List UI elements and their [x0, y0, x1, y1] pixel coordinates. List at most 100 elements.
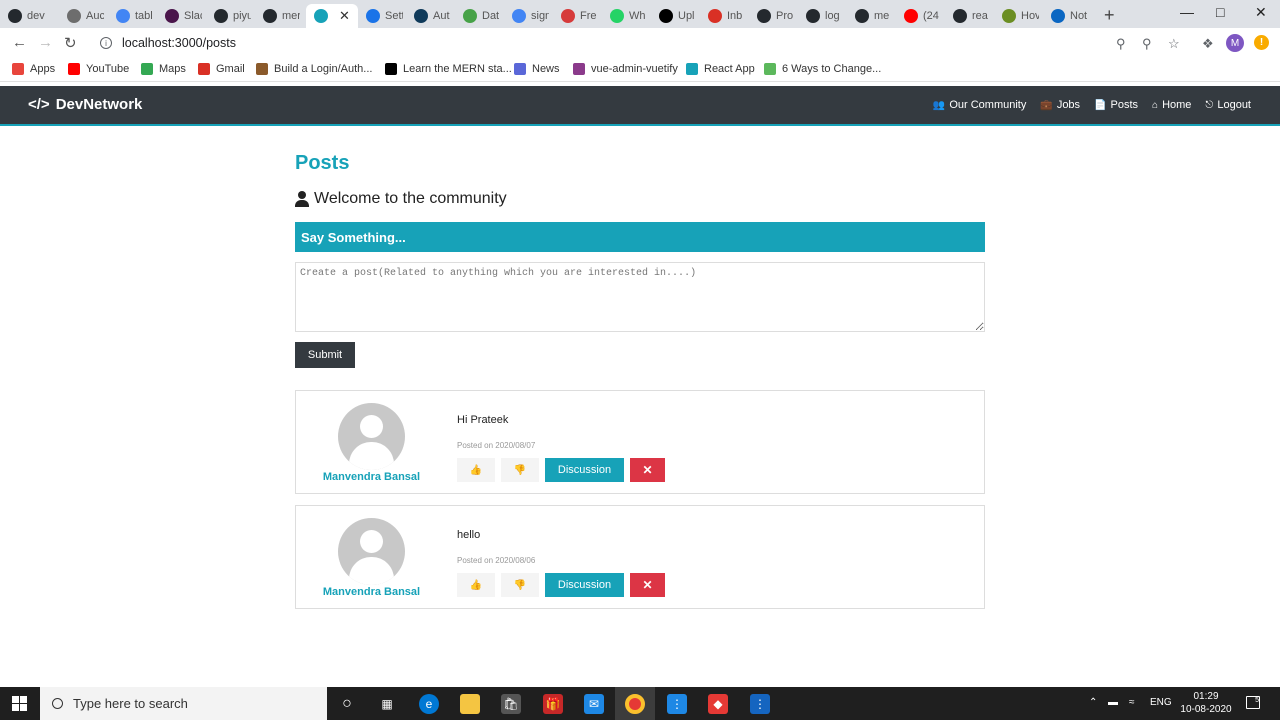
browser-tab[interactable]: Slac	[157, 4, 202, 28]
delete-post-button[interactable]: ✕	[630, 573, 665, 597]
wifi-icon[interactable]: ≈	[1129, 697, 1135, 708]
browser-tab[interactable]: me	[847, 4, 892, 28]
maximize-icon[interactable]: □	[1216, 4, 1224, 20]
browser-tab[interactable]: Aut	[406, 4, 451, 28]
browser-tab-label: Hov	[1021, 10, 1039, 22]
browser-tab[interactable]: piyu	[206, 4, 251, 28]
windows-start-icon[interactable]	[12, 696, 27, 711]
taskbar-clock[interactable]: 01:29 10-08-2020	[1176, 690, 1236, 716]
clock-time: 01:29	[1193, 691, 1219, 702]
bookmark-star-icon[interactable]: ☆	[1168, 36, 1180, 52]
bookmark-item[interactable]: React App	[686, 63, 755, 75]
address-bar[interactable]: i localhost:3000/posts	[92, 31, 1192, 55]
bookmark-item[interactable]: Build a Login/Auth...	[256, 63, 372, 75]
back-arrow-icon[interactable]: ←	[12, 34, 27, 51]
browser-tab[interactable]: sign	[504, 4, 549, 28]
chrome-icon[interactable]	[625, 694, 645, 714]
discussion-button[interactable]: Discussion	[545, 573, 624, 597]
notification-icon[interactable]: 5	[1246, 696, 1260, 709]
bookmark-item[interactable]: News	[514, 63, 560, 75]
cortana-icon[interactable]: ○	[337, 694, 357, 714]
profile-avatar[interactable]: M	[1226, 34, 1244, 52]
extensions-puzzle-icon[interactable]: ❖	[1202, 36, 1214, 52]
delete-post-button[interactable]: ✕	[630, 458, 665, 482]
edge-icon[interactable]: e	[419, 694, 439, 714]
browser-tab[interactable]: dev	[0, 4, 45, 28]
browser-tab[interactable]: log	[798, 4, 843, 28]
browser-tab[interactable]: Not	[1043, 4, 1088, 28]
browser-toolbar: ← → ↻ i localhost:3000/posts ⚲ ⚲ ☆ ❖	[0, 28, 1280, 58]
browser-tab[interactable]: Dat	[455, 4, 500, 28]
gift-icon[interactable]: 🎁	[543, 694, 563, 714]
unlike-button[interactable]: 👎	[501, 573, 539, 597]
bookmark-item[interactable]: 6 Ways to Change...	[764, 63, 881, 75]
bookmark-item[interactable]: Gmail	[198, 63, 245, 75]
nav-link-jobs[interactable]: 💼 Jobs	[1040, 99, 1080, 111]
git-icon[interactable]: ◆	[708, 694, 728, 714]
vuetify-icon	[573, 63, 585, 75]
battery-icon[interactable]: ▬	[1108, 697, 1118, 708]
unlike-button[interactable]: 👎	[501, 458, 539, 482]
browser-tab[interactable]: rea	[945, 4, 990, 28]
minimize-icon[interactable]: —	[1180, 4, 1194, 20]
close-window-icon[interactable]: ✕	[1255, 4, 1267, 21]
bookmark-item[interactable]: Maps	[141, 63, 186, 75]
discussion-button[interactable]: Discussion	[545, 458, 624, 482]
vscode-icon[interactable]: ⋮	[750, 694, 770, 714]
browser-tab[interactable]: tabl	[108, 4, 153, 28]
chrome-update-icon[interactable]: !	[1254, 35, 1269, 50]
bookmark-item[interactable]: Apps	[12, 63, 55, 75]
site-info-icon[interactable]: i	[100, 37, 112, 49]
browser-tab[interactable]: Wh	[602, 4, 647, 28]
store-icon[interactable]: 🛍	[501, 694, 521, 714]
medium-icon	[385, 63, 397, 75]
bookmark-item[interactable]: YouTube	[68, 63, 129, 75]
avatar[interactable]	[338, 518, 405, 585]
mail-icon[interactable]: ✉	[584, 694, 604, 714]
nav-link-home[interactable]: ⌂ Home	[1152, 99, 1191, 111]
browser-tab[interactable]: Fre	[553, 4, 598, 28]
avatar[interactable]	[338, 403, 405, 470]
browser-tab[interactable]: Pro	[749, 4, 794, 28]
file-explorer-icon[interactable]	[460, 694, 480, 714]
task-view-icon[interactable]: ▦	[377, 694, 397, 714]
brand-name: DevNetwork	[55, 96, 143, 113]
browser-tab[interactable]: Upl	[651, 4, 696, 28]
browser-tab[interactable]: ✕	[306, 4, 358, 28]
like-button[interactable]: 👍	[457, 458, 495, 482]
browser-tab[interactable]: Hov	[994, 4, 1039, 28]
github-icon	[214, 9, 228, 23]
news-icon	[514, 63, 526, 75]
forward-arrow-icon[interactable]: →	[38, 34, 53, 51]
post-author[interactable]: Manvendra Bansal	[296, 586, 447, 598]
linkedin-icon	[1051, 9, 1065, 23]
bookmark-item[interactable]: Learn the MERN sta...	[385, 63, 512, 75]
github-icon	[953, 9, 967, 23]
post-textarea[interactable]	[295, 262, 985, 332]
browser-tab[interactable]: mer	[255, 4, 300, 28]
browser-tab-label: Pro	[776, 10, 794, 22]
nav-link-posts[interactable]: 📄 Posts	[1094, 99, 1138, 111]
brand-link[interactable]: </> DevNetwork	[28, 96, 142, 113]
submit-button[interactable]: Submit	[295, 342, 355, 368]
language-indicator[interactable]: ENG	[1150, 697, 1172, 708]
key-icon[interactable]: ⚲	[1116, 36, 1126, 52]
browser-tab[interactable]: Inb	[700, 4, 745, 28]
nav-link-our-community[interactable]: 👥 Our Community	[933, 99, 1026, 111]
reload-icon[interactable]: ↻	[64, 34, 77, 52]
bookmark-item[interactable]: vue-admin-vuetify	[573, 63, 678, 75]
like-button[interactable]: 👍	[457, 573, 495, 597]
new-tab-plus-icon[interactable]: +	[1104, 5, 1115, 26]
vscode-icon[interactable]: ⋮	[667, 694, 687, 714]
bookmark-label: React App	[704, 63, 755, 75]
browser-tab[interactable]: Auc	[59, 4, 104, 28]
post-author[interactable]: Manvendra Bansal	[296, 471, 447, 483]
zoom-icon[interactable]: ⚲	[1142, 36, 1152, 52]
nav-link-logout[interactable]: ⎋ Logout	[1205, 99, 1251, 111]
browser-tab[interactable]: Sett	[358, 4, 403, 28]
tray-chevron-up-icon[interactable]: ⌃	[1089, 697, 1097, 708]
close-tab-icon[interactable]: ✕	[339, 8, 350, 24]
taskbar-search-box[interactable]: Type here to search	[40, 687, 327, 720]
nav-link-label: Logout	[1217, 99, 1251, 111]
browser-tab[interactable]: (24	[896, 4, 941, 28]
